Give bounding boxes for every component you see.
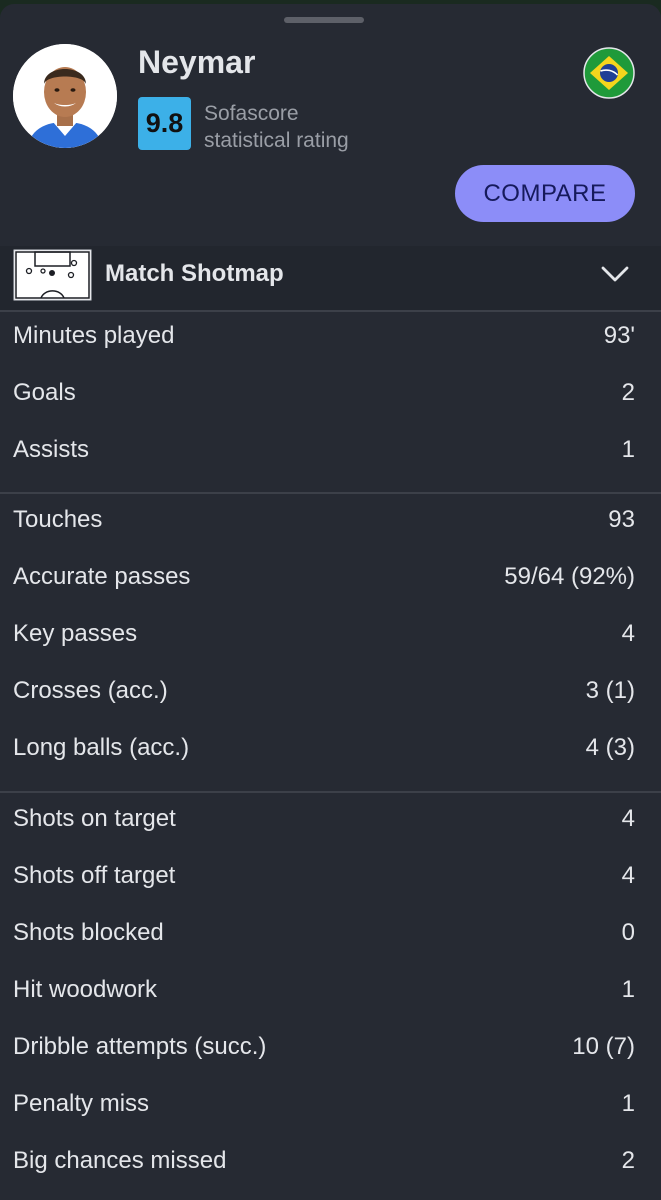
stat-label: Assists <box>13 436 90 463</box>
stat-row: Shots on target 4 <box>0 793 661 850</box>
stat-value: 0 <box>621 919 635 946</box>
stat-label: Shots blocked <box>13 919 164 946</box>
rating-caption-line2: statistical rating <box>204 129 349 152</box>
player-stats-sheet: Neymar 9.8 Sofascore statistical rating … <box>0 4 661 1200</box>
stats-group-attack: Shots on target 4 Shots off target 4 Sho… <box>0 791 661 1192</box>
stat-row: Dribble attempts (succ.) 10 (7) <box>0 1021 661 1078</box>
stat-label: Dribble attempts (succ.) <box>13 1033 267 1060</box>
drag-handle[interactable] <box>284 17 364 23</box>
stat-value: 3 (1) <box>585 677 635 704</box>
pitch-icon <box>13 249 92 301</box>
shotmap-label: Match Shotmap <box>105 260 284 287</box>
stat-label: Shots off target <box>13 862 176 889</box>
stat-label: Big chances missed <box>13 1147 227 1174</box>
stat-row: Hit woodwork 1 <box>0 964 661 1021</box>
rating-badge: 9.8 <box>138 97 191 150</box>
stats-group-passing: Touches 93 Accurate passes 59/64 (92%) K… <box>0 492 661 779</box>
stat-row: Long balls (acc.) 4 (3) <box>0 722 661 779</box>
stat-label: Long balls (acc.) <box>13 734 190 761</box>
rating-caption-line1: Sofascore <box>204 102 299 125</box>
stat-value: 4 <box>621 805 635 832</box>
stat-label: Penalty miss <box>13 1090 150 1117</box>
player-photo-icon <box>13 44 117 148</box>
stat-row: Assists 1 <box>0 424 661 481</box>
stat-row: Shots off target 4 <box>0 850 661 907</box>
stat-label: Key passes <box>13 620 138 647</box>
chevron-down-icon[interactable] <box>600 262 630 286</box>
stat-row: Touches 93 <box>0 494 661 551</box>
compare-button[interactable]: COMPARE <box>455 165 635 222</box>
stat-value: 93 <box>608 506 635 533</box>
player-name: Neymar <box>138 44 256 80</box>
stat-value: 2 <box>621 379 635 406</box>
brazil-flag-icon <box>583 47 635 99</box>
stat-value: 4 <box>621 862 635 889</box>
stat-value: 1 <box>621 436 635 463</box>
stat-row: Penalty miss 1 <box>0 1078 661 1135</box>
stat-label: Touches <box>13 506 103 533</box>
stat-value: 1 <box>621 1090 635 1117</box>
stat-label: Crosses (acc.) <box>13 677 168 704</box>
stat-label: Minutes played <box>13 322 175 349</box>
stat-value: 4 (3) <box>585 734 635 761</box>
stat-row: Shots blocked 0 <box>0 907 661 964</box>
stat-label: Shots on target <box>13 805 176 832</box>
stat-value: 1 <box>621 976 635 1003</box>
player-avatar <box>13 44 117 148</box>
stat-value: 93' <box>603 322 635 349</box>
shotmap-toggle[interactable]: Match Shotmap <box>0 246 661 312</box>
stat-value: 4 <box>621 620 635 647</box>
stats-group-general: Minutes played 93' Goals 2 Assists 1 <box>0 310 661 481</box>
stat-value: 59/64 (92%) <box>504 563 635 590</box>
stat-value: 2 <box>621 1147 635 1174</box>
stat-row: Big chances missed 2 <box>0 1135 661 1192</box>
stat-row: Key passes 4 <box>0 608 661 665</box>
stat-row: Goals 2 <box>0 367 661 424</box>
rating-caption: Sofascore statistical rating <box>204 100 424 154</box>
stat-row: Minutes played 93' <box>0 310 661 367</box>
stat-label: Accurate passes <box>13 563 191 590</box>
stat-label: Hit woodwork <box>13 976 158 1003</box>
stat-label: Goals <box>13 379 76 406</box>
stat-row: Accurate passes 59/64 (92%) <box>0 551 661 608</box>
stat-value: 10 (7) <box>572 1033 635 1060</box>
stat-row: Crosses (acc.) 3 (1) <box>0 665 661 722</box>
